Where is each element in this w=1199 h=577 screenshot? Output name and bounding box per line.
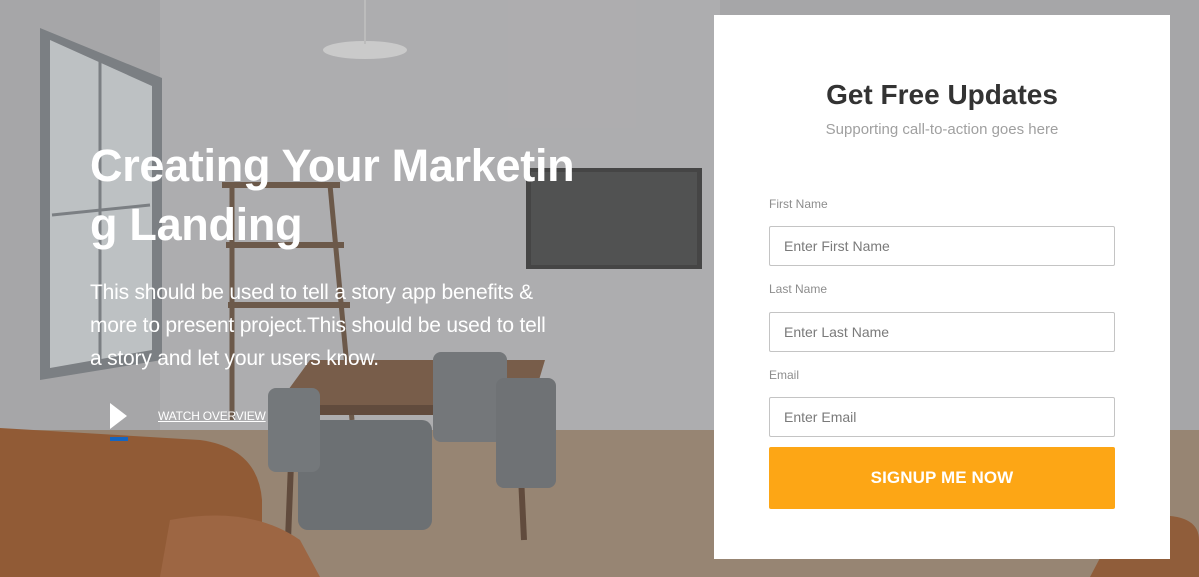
hero-title: Creating Your Marketing Landing bbox=[90, 140, 575, 250]
email-label: Email bbox=[769, 368, 800, 382]
signup-subtitle: Supporting call-to-action goes here bbox=[825, 121, 1059, 138]
first-name-label: First Name bbox=[769, 197, 828, 211]
signup-title: Get Free Updates bbox=[826, 79, 1058, 110]
first-name-input[interactable] bbox=[769, 226, 1115, 266]
email-input[interactable] bbox=[769, 397, 1115, 437]
play-button[interactable] bbox=[110, 400, 130, 442]
watch-overview-link[interactable]: WATCH OVERVIEW bbox=[158, 409, 266, 423]
last-name-label: Last Name bbox=[769, 282, 828, 296]
play-underline bbox=[110, 437, 128, 441]
signup-button[interactable]: SIGNUP ME NOW bbox=[769, 447, 1115, 509]
signup-card: Get Free Updates Supporting call-to-acti… bbox=[714, 15, 1170, 559]
hero-description: This should be used to tell a story app … bbox=[90, 281, 546, 370]
play-icon bbox=[110, 403, 127, 429]
last-name-input[interactable] bbox=[769, 312, 1115, 352]
